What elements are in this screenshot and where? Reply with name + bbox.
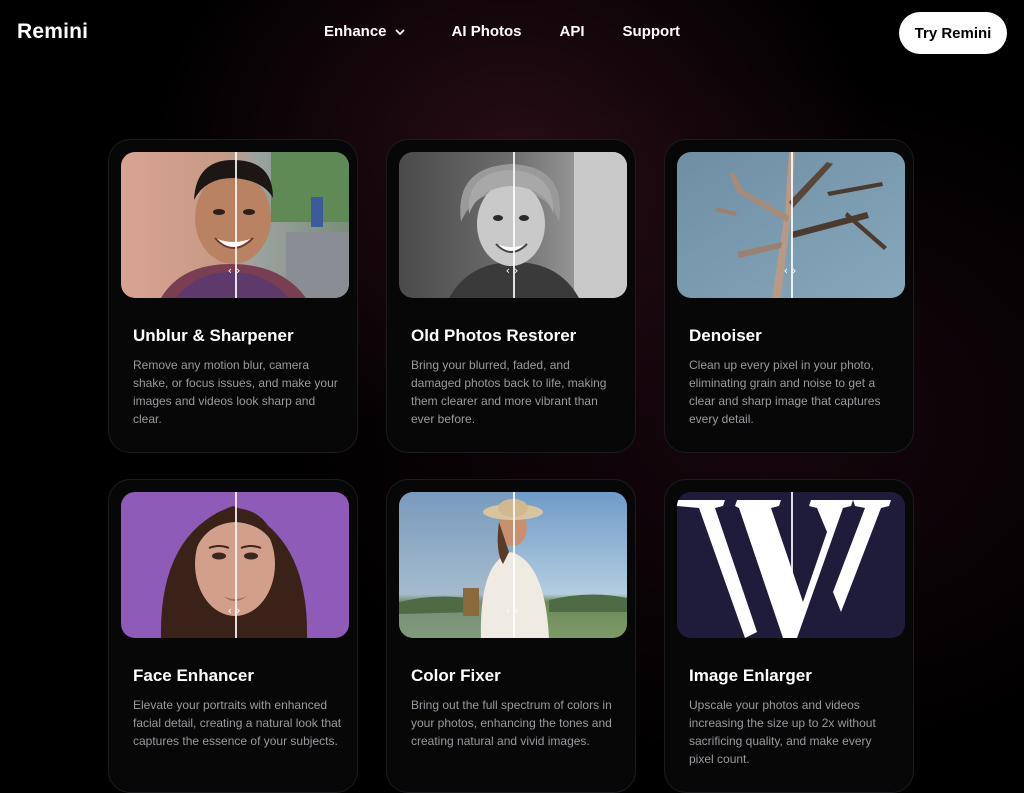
nav-support-label: Support [622,23,681,40]
card-title: Old Photos Restorer [411,326,577,345]
nav-ai-photos-label: AI Photos [451,23,522,40]
before-after-image-denoiser[interactable]: ‹› [677,152,905,298]
before-after-image-face-enhancer[interactable]: ‹› [121,492,349,638]
nav-support[interactable]: Support [623,23,681,40]
before-after-image-old-photos[interactable]: ‹› [399,152,627,298]
card-description: Bring your blurred, faded, and damaged p… [411,358,607,426]
top-navigation: Remini Enhance AI Photos API Support Try… [0,0,1024,64]
try-remini-button[interactable]: Try Remini [899,12,1007,54]
feature-card-image-enlarger[interactable]: ‹› Image Enlarger Upscale your photos an… [664,479,914,793]
comparison-handle-icon[interactable]: ‹› [223,264,249,278]
page: Remini Enhance AI Photos API Support Try… [0,0,1024,793]
card-title: Face Enhancer [133,666,254,685]
card-description: Bring out the full spectrum of colors in… [411,698,612,748]
comparison-handle-icon[interactable]: ‹› [501,604,527,618]
feature-card-old-photos[interactable]: ‹› Old Photos Restorer Bring your blurre… [386,139,636,453]
nav-api[interactable]: API [560,23,585,40]
remini-logo[interactable]: Remini [17,20,88,44]
comparison-handle-icon[interactable]: ‹› [779,264,805,278]
before-after-image-unblur[interactable]: ‹› [121,152,349,298]
nav-ai-photos[interactable]: AI Photos [452,23,522,40]
nav-api-label: API [559,23,585,40]
card-title: Image Enlarger [689,666,812,685]
feature-card-color-fixer[interactable]: ‹› Color Fixer Bring out the full spectr… [386,479,636,793]
chevron-down-icon [395,29,404,35]
card-description: Remove any motion blur, camera shake, or… [133,358,338,426]
feature-card-face-enhancer[interactable]: ‹› Face Enhancer Elevate your portraits … [108,479,358,793]
before-after-image-color-fixer[interactable]: ‹› [399,492,627,638]
card-description: Upscale your photos and videos increasin… [689,698,876,766]
feature-card-unblur[interactable]: ‹› Unblur & Sharpener Remove any motion … [108,139,358,453]
card-title: Color Fixer [411,666,501,685]
comparison-handle-icon[interactable]: ‹› [779,604,805,618]
comparison-handle-icon[interactable]: ‹› [223,604,249,618]
feature-card-denoiser[interactable]: ‹› Denoiser Clean up every pixel in your… [664,139,914,453]
nav-enhance-label: Enhance [324,23,387,40]
nav-links: Enhance AI Photos API Support [324,23,680,40]
card-title: Denoiser [689,326,762,345]
card-description: Clean up every pixel in your photo, elim… [689,358,881,426]
card-description: Elevate your portraits with enhanced fac… [133,698,342,748]
nav-enhance-dropdown[interactable]: Enhance [324,23,406,40]
card-title: Unblur & Sharpener [133,326,294,345]
comparison-handle-icon[interactable]: ‹› [501,264,527,278]
before-after-image-image-enlarger[interactable]: ‹› [677,492,905,638]
